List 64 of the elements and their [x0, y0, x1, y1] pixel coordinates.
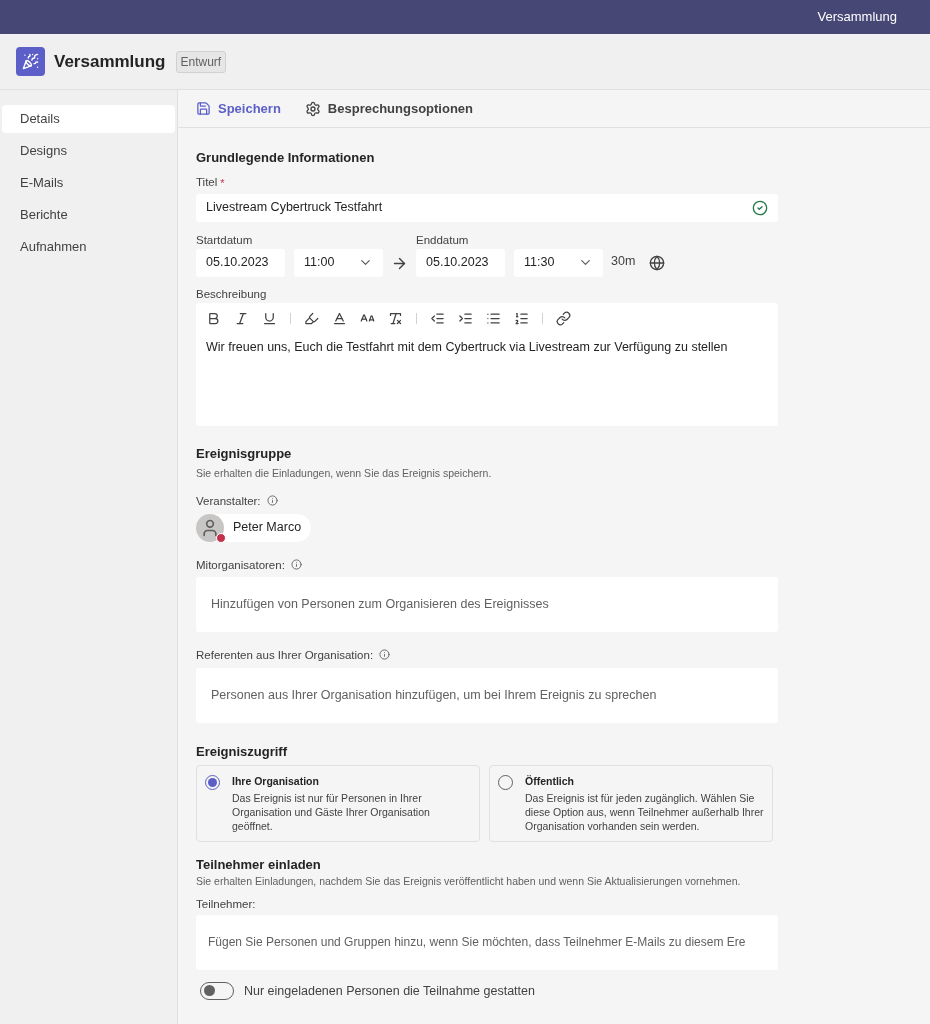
sidebar-item[interactable]: Aufnahmen: [2, 233, 175, 261]
bold-icon[interactable]: [206, 310, 221, 326]
info-icon[interactable]: [379, 649, 391, 660]
info-icon[interactable]: [266, 495, 278, 506]
highlighter-icon[interactable]: [304, 310, 319, 326]
access-option-card[interactable]: Ihre Organisation Das Ereignis ist nur für Personen in Ihrer Organisation und Gäste Ihrer Organisation geöffnet.: [196, 764, 480, 842]
section-heading: Teilnehmer einladen: [196, 856, 322, 873]
title-field[interactable]: Livestream Cybertruck Testfahrt: [196, 193, 778, 222]
outdent-icon[interactable]: [430, 310, 445, 326]
numbered-list-icon[interactable]: [514, 310, 529, 326]
time-dropdown[interactable]: 11:00: [294, 248, 383, 277]
attendees-field[interactable]: Fügen Sie Personen und Gruppen hinzu, wenn Sie möchten, dass Teilnehmer E-Mails zu diesem Ere: [196, 914, 778, 970]
presenters-field[interactable]: Personen aus Ihrer Organisation hinzufügen, um bei Ihrem Ereignis zu sprechen: [196, 667, 778, 723]
date-field[interactable]: 05.10.2023: [196, 248, 285, 277]
toggle-label: Nur eingeladenen Personen die Teilnahme gestatten: [244, 982, 535, 1000]
access-option-card[interactable]: Öffentlich Das Ereignis ist für jeden zugänglich. Wählen Sie diese Option aus, wenn Teilnehmer außerhalb Ihrer Organisation vorhanden sein werden.: [489, 764, 773, 842]
indent-icon[interactable]: [458, 310, 473, 326]
field-label: Referenten aus Ihrer Organisation:: [196, 647, 374, 662]
organizer-chip[interactable]: Peter Marco: [196, 513, 312, 542]
duration-text: 30m: [611, 252, 636, 270]
date-field[interactable]: 05.10.2023: [416, 248, 505, 277]
italic-icon[interactable]: [234, 310, 249, 326]
description-editor[interactable]: Wir freuen uns, Euch die Testfahrt mit dem Cybertruck via Livestream zur Verfügung zu stellen: [196, 302, 778, 426]
sidebar-item[interactable]: E-Mails: [2, 169, 175, 197]
save-button[interactable]: Speichern: [196, 98, 281, 119]
option-title: Ihre Organisation: [232, 773, 320, 789]
section-heading: Grundlegende Informationen: [196, 150, 376, 166]
font-color-icon[interactable]: [332, 310, 347, 326]
description-text: Wir freuen uns, Euch die Testfahrt mit dem Cybertruck via Livestream zur Verfügung zu stellen: [206, 338, 729, 356]
section-subtitle: Sie erhalten die Einladungen, wenn Sie das Ereignis speichern.: [196, 466, 493, 480]
option-description: Das Ereignis ist für jeden zugänglich. Wählen Sie diese Option aus, wenn Teilnehmer außerhalb Ihrer Organisation vorhanden sein werden.: [525, 791, 764, 834]
settings-icon: [304, 100, 321, 117]
info-icon[interactable]: [290, 559, 302, 570]
field-label: Mitorganisatoren:: [196, 557, 285, 572]
sidebar-item[interactable]: Designs: [2, 137, 175, 165]
field-label: Titel: [196, 175, 218, 190]
field-label: Beschreibung: [196, 286, 268, 301]
field-label: Veranstalter:: [196, 493, 261, 508]
field-label: Teilnehmer:: [196, 896, 257, 911]
time-dropdown[interactable]: 11:30: [514, 248, 603, 277]
section-subtitle: Sie erhalten Einladungen, nachdem Sie das Ereignis veröffentlicht haben und wenn Sie Aktualisierungen vornehmen.: [196, 874, 742, 888]
clear-format-icon[interactable]: [388, 310, 403, 326]
page-title: Versammlung: [54, 50, 166, 73]
section-heading: Ereigniszugriff: [196, 743, 288, 760]
required-mark: *: [220, 176, 225, 191]
field-label: Startdatum: [196, 232, 254, 247]
time-zone-icon[interactable]: [649, 254, 666, 271]
status-badge: Entwurf: [175, 50, 227, 73]
sidebar-item[interactable]: Details: [2, 105, 175, 133]
link-icon[interactable]: [556, 310, 571, 326]
avatar-icon: [196, 513, 224, 542]
bulleted-list-icon[interactable]: [486, 310, 501, 326]
app-logo-icon: [16, 47, 45, 76]
section-heading: Ereignisgruppe: [196, 445, 293, 462]
field-label: Enddatum: [416, 232, 470, 247]
options-button[interactable]: Besprechungsoptionen: [304, 98, 474, 119]
sidebar-item[interactable]: Berichte: [2, 201, 175, 229]
coorganizers-field[interactable]: Hinzufügen von Personen zum Organisieren des Ereignisses: [196, 576, 778, 632]
option-description: Das Ereignis ist nur für Personen in Ihrer Organisation und Gäste Ihrer Organisation geöffnet.: [232, 791, 431, 834]
underline-icon[interactable]: [262, 310, 277, 326]
app-title: Versammlung: [817, 8, 897, 27]
save-icon: [196, 101, 211, 116]
valid-check-icon: [752, 199, 768, 216]
option-title: Öffentlich: [525, 773, 575, 789]
